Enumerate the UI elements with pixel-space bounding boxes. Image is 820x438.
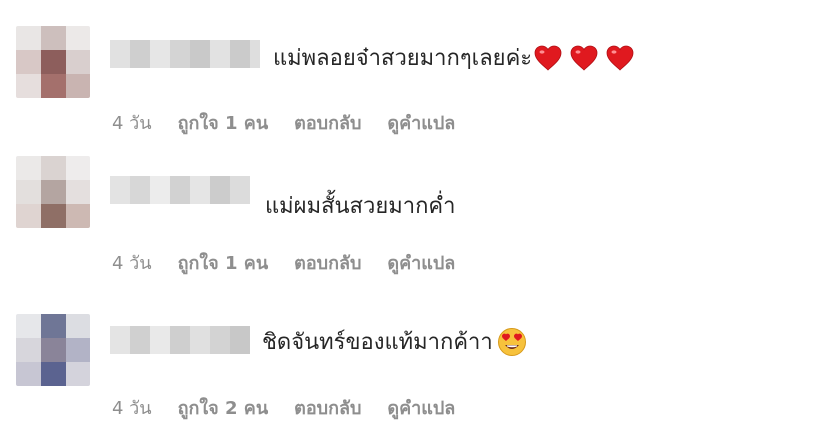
comment-body: ชิดจันทร์ของแท้มากค้าา xyxy=(262,330,493,355)
love-eyes-icon xyxy=(497,327,526,356)
comment-time[interactable]: 4 วัน xyxy=(112,248,152,277)
avatar[interactable] xyxy=(16,26,90,98)
likes-count[interactable]: ถูกใจ 1 คน xyxy=(178,248,269,277)
comment-time[interactable]: 4 วัน xyxy=(112,108,152,137)
reply-button[interactable]: ตอบกลับ xyxy=(294,248,361,277)
comment-text: แม่ผมสั้นสวยมากค่ำ xyxy=(265,188,455,223)
heart-icon xyxy=(606,45,634,71)
username-blurred[interactable] xyxy=(110,176,258,204)
comment-meta: 4 วัน ถูกใจ 1 คน ตอบกลับ ดูคำแปล xyxy=(112,108,481,137)
reply-button[interactable]: ตอบกลับ xyxy=(294,393,361,422)
likes-count[interactable]: ถูกใจ 1 คน xyxy=(178,108,269,137)
comment: แม่ผมสั้นสวยมากค่ำ 4 วัน ถูกใจ 1 คน ตอบก… xyxy=(0,146,820,286)
likes-count[interactable]: ถูกใจ 2 คน xyxy=(178,393,269,422)
avatar[interactable] xyxy=(16,314,90,386)
reply-button[interactable]: ตอบกลับ xyxy=(294,108,361,137)
username-blurred[interactable] xyxy=(110,40,260,68)
comment-time[interactable]: 4 วัน xyxy=(112,393,152,422)
comment: แม่พลอยจ๋าสวยมากๆเลยค่ะ 4 วัน ถูกใจ 1 คน… xyxy=(0,0,820,140)
avatar[interactable] xyxy=(16,156,90,228)
comment: ชิดจันทร์ของแท้มากค้าา 4 วัน ถูกใจ 2 คน … xyxy=(0,292,820,432)
comment-meta: 4 วัน ถูกใจ 1 คน ตอบกลับ ดูคำแปล xyxy=(112,248,481,277)
comment-body: แม่พลอยจ๋าสวยมากๆเลยค่ะ xyxy=(273,46,533,71)
heart-icon xyxy=(570,45,598,71)
see-translation-button[interactable]: ดูคำแปล xyxy=(387,108,455,137)
see-translation-button[interactable]: ดูคำแปล xyxy=(387,393,455,422)
comment-meta: 4 วัน ถูกใจ 2 คน ตอบกลับ ดูคำแปล xyxy=(112,393,481,422)
comment-body: แม่ผมสั้นสวยมากค่ำ xyxy=(265,194,456,219)
username-blurred[interactable] xyxy=(110,326,250,354)
heart-icon xyxy=(534,45,562,71)
comment-text: ชิดจันทร์ของแท้มากค้าา xyxy=(262,324,527,359)
comment-text: แม่พลอยจ๋าสวยมากๆเลยค่ะ xyxy=(273,40,642,75)
see-translation-button[interactable]: ดูคำแปล xyxy=(387,248,455,277)
